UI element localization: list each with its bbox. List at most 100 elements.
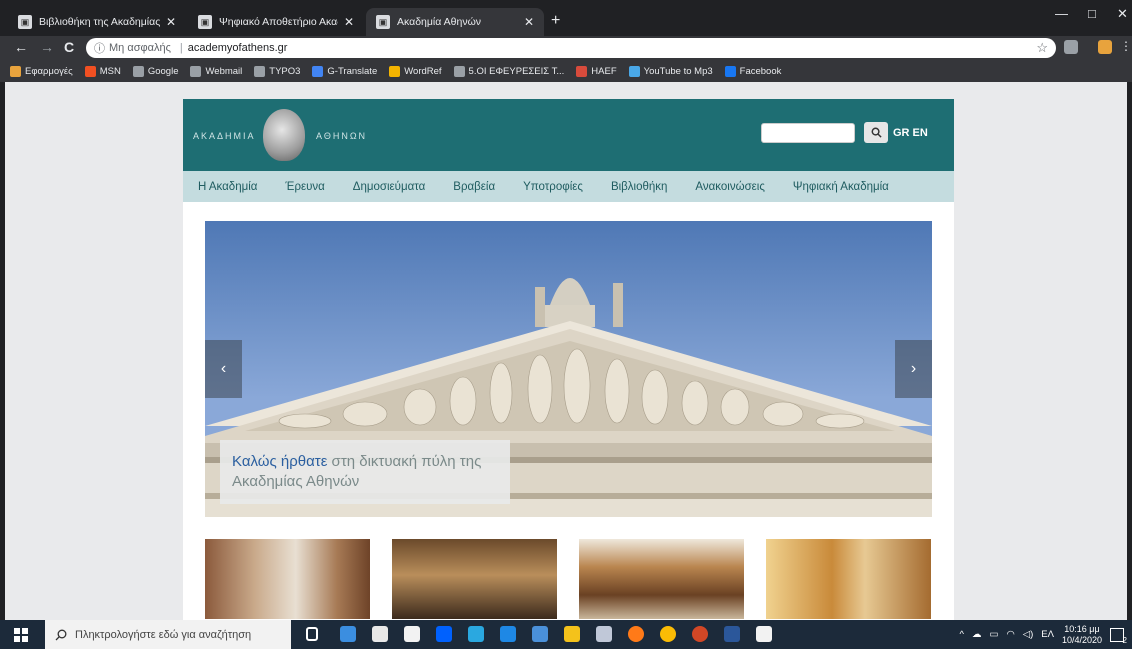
new-tab-button[interactable]: + [551,12,560,30]
language-switch[interactable]: GR EN [893,127,928,139]
close-tab-icon[interactable]: ✕ [166,15,176,29]
close-tab-icon[interactable]: ✕ [524,15,534,29]
bookmark-item[interactable]: TYPO3 [254,65,301,77]
bookmark-item[interactable]: Google [132,65,178,77]
thumbnail-library[interactable] [579,539,744,619]
taskbar-search-input[interactable]: Πληκτρολογήστε εδώ για αναζήτηση [45,620,291,649]
pdf-icon[interactable] [756,626,772,642]
bookmark-label: MSN [99,65,121,77]
nav-item-digital-academy[interactable]: Ψηφιακή Ακαδημία [793,181,889,193]
extension-icon[interactable] [1064,40,1078,54]
minimize-button[interactable]: — [1055,6,1068,21]
info-icon[interactable]: ⓘ [94,40,105,56]
thumbnail-auditorium[interactable] [392,539,557,619]
hero-slider[interactable]: ‹ › Καλώς ήρθατε στη δικτυακή πύλη της Α… [205,221,932,517]
bookmark-favicon-icon [10,65,21,77]
caption-highlight: Καλώς ήρθατε [232,453,328,470]
bookmark-favicon-icon [132,65,144,77]
forward-button[interactable]: → [40,39,54,55]
nav-item-publications[interactable]: Δημοσιεύματα [353,181,425,193]
clock-time: 10:16 μμ [1064,623,1100,634]
file-explorer-icon[interactable] [564,626,580,642]
amazon-icon[interactable] [404,626,420,642]
nav-item-announcements[interactable]: Ανακοινώσεις [695,181,764,193]
site-search-input[interactable] [761,123,855,143]
search-button[interactable] [864,122,888,143]
bookmark-item[interactable]: Facebook [724,65,782,77]
wifi-icon[interactable]: ◠ [1006,629,1014,640]
nav-item-research[interactable]: Έρευνα [285,181,324,193]
clock-date: 10/4/2020 [1061,634,1102,645]
bookmark-label: YouTube to Mp3 [643,65,713,77]
bookmark-label: TYPO3 [269,65,301,77]
tab-library[interactable]: ▣ Βιβλιοθήκη της Ακαδημίας Αθη ✕ [8,8,186,36]
edge-icon[interactable] [340,626,356,642]
thumbnail-shop[interactable] [766,539,931,619]
chrome-icon[interactable] [660,626,676,642]
tab-academy-active[interactable]: ▣ Ακαδημία Αθηνών ✕ [366,8,544,36]
nav-item-scholarships[interactable]: Υποτροφίες [523,181,583,193]
clock[interactable]: 10:16 μμ 10/4/2020 [1062,624,1102,646]
bookmark-item[interactable]: Εφαρμογές [10,65,73,77]
bookmark-item[interactable]: YouTube to Mp3 [628,65,713,77]
page-viewport: ΑΚΑΔΗΜΙΑ ΑΘΗΝΩΝ GR EN Η Ακαδημία Έρευνα … [5,82,1127,620]
app-icon[interactable] [532,626,548,642]
word-icon[interactable] [724,626,740,642]
bookmark-item[interactable]: HAEF [576,65,617,77]
store-icon[interactable] [372,626,388,642]
close-window-button[interactable]: ✕ [1117,6,1128,22]
maximize-button[interactable]: □ [1088,6,1096,21]
search-icon [55,629,67,640]
bookmark-item[interactable]: Webmail [190,65,243,77]
windows-taskbar: Πληκτρολογήστε εδώ για αναζήτηση ^ ☁ ▭ ◠… [0,620,1132,649]
input-language[interactable]: ΕΛ [1041,629,1054,640]
favicon-icon: ▣ [198,15,212,29]
battery-icon[interactable]: ▭ [990,629,999,640]
main-nav: Η Ακαδημία Έρευνα Δημοσιεύματα Βραβεία Υ… [183,171,954,202]
bookmark-label: WordRef [404,65,442,77]
bookmark-favicon-icon [453,65,465,77]
powerpoint-icon[interactable] [692,626,708,642]
slider-next-button[interactable]: › [895,340,932,398]
app-icon[interactable] [468,626,484,642]
mail-icon[interactable] [500,626,516,642]
firefox-icon[interactable] [628,626,644,642]
volume-icon[interactable]: ◁) [1023,629,1033,640]
dropbox-icon[interactable] [436,626,452,642]
close-tab-icon[interactable]: ✕ [344,15,354,29]
bookmark-label: HAEF [591,65,617,77]
address-separator: | [179,42,183,54]
bookmark-label: Facebook [739,65,782,77]
reload-button[interactable]: C [64,39,74,55]
bookmark-label: Εφαρμογές [25,65,73,77]
tray-chevron-icon[interactable]: ^ [960,629,964,640]
profile-icon[interactable] [1098,40,1112,54]
bookmark-item[interactable]: 5.ΟΙ ΕΦΕΥΡΕΣΕΙΣ Τ... [453,65,564,77]
address-bar[interactable]: ⓘ Μη ασφαλής | academyofathens.gr ☆ [86,38,1056,58]
bookmark-label: Webmail [205,65,243,77]
notification-icon[interactable]: 2 [1110,627,1127,645]
back-button[interactable]: ← [14,39,28,55]
thumbnail-hall[interactable] [205,539,370,619]
task-view-icon[interactable] [306,627,318,641]
bookmark-favicon-icon [628,65,640,77]
menu-dots-icon[interactable]: ⋮ [1120,39,1132,53]
paint-icon[interactable] [596,626,612,642]
onedrive-icon[interactable]: ☁ [972,629,982,640]
bookmark-item[interactable]: WordRef [389,65,442,77]
bookmark-star-icon[interactable]: ☆ [1036,40,1048,56]
website: ΑΚΑΔΗΜΙΑ ΑΘΗΝΩΝ GR EN Η Ακαδημία Έρευνα … [183,99,954,620]
tab-repository[interactable]: ▣ Ψηφιακό Αποθετήριο Ακαδημία ✕ [188,8,364,36]
slider-prev-button[interactable]: ‹ [205,340,242,398]
bookmark-item[interactable]: G-Translate [312,65,377,77]
nav-item-awards[interactable]: Βραβεία [453,181,495,193]
athena-logo-icon[interactable] [263,109,305,161]
bookmark-favicon-icon [312,65,324,77]
nav-item-library[interactable]: Βιβλιοθήκη [611,181,667,193]
notification-count: 2 [1122,635,1127,645]
nav-item-academy[interactable]: Η Ακαδημία [198,181,257,193]
bookmark-favicon-icon [389,65,401,77]
windows-start-icon[interactable] [14,628,28,642]
bookmark-item[interactable]: MSN [84,65,121,77]
thumbnail-row [205,539,932,619]
